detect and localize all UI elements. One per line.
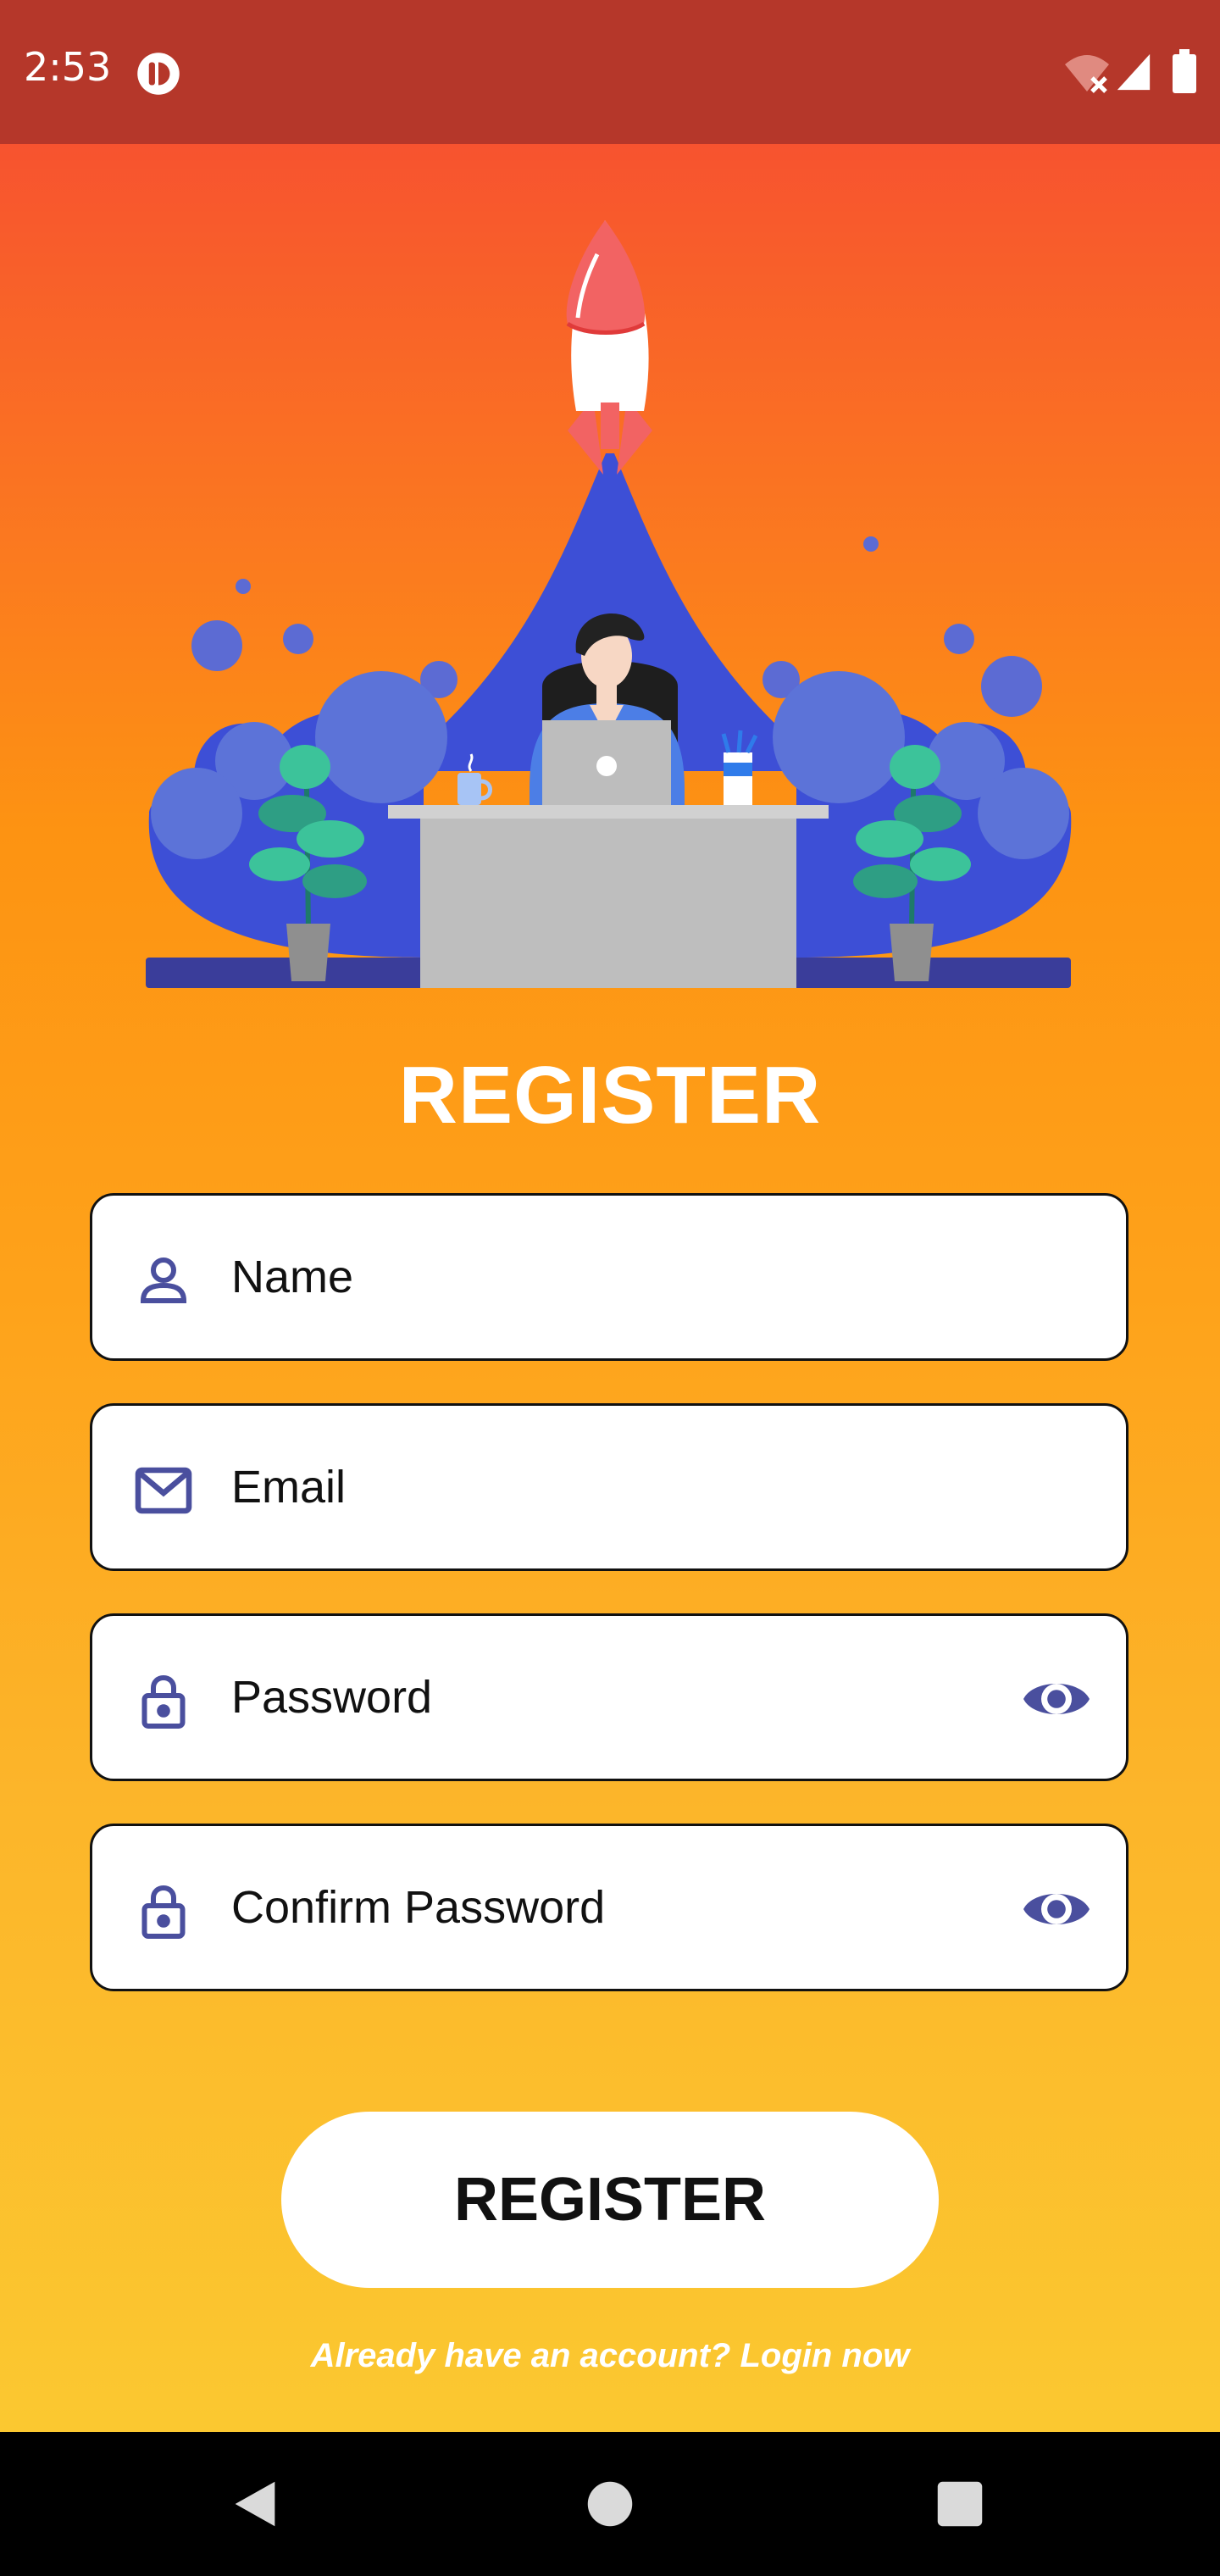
app-notification-icon — [137, 53, 180, 95]
password-input[interactable] — [231, 1650, 994, 1745]
register-content: REGISTER Name Email REGISTER Already hav… — [0, 144, 1220, 2432]
eye-icon[interactable] — [1021, 1672, 1092, 1726]
person-icon — [140, 1257, 187, 1303]
cell-signal-icon — [1117, 53, 1151, 91]
lock-icon — [141, 1674, 186, 1729]
confirm-password-input[interactable] — [231, 1860, 994, 1955]
email-field[interactable] — [90, 1403, 1128, 1571]
register-button[interactable]: REGISTER — [281, 2112, 939, 2288]
password-field[interactable] — [90, 1613, 1128, 1781]
navigation-bar — [0, 2432, 1220, 2576]
login-link[interactable]: Already have an account? Login now — [0, 2337, 1220, 2375]
register-screen: 2:53 REGISTER Name Email REGISTER Alread… — [0, 0, 1220, 2576]
lock-icon — [141, 1885, 186, 1939]
battery-icon — [1173, 49, 1196, 93]
email-input[interactable] — [231, 1440, 994, 1535]
name-input[interactable] — [231, 1230, 994, 1324]
status-bar: 2:53 — [0, 0, 1220, 144]
page-title: REGISTER — [398, 1050, 822, 1141]
mail-icon — [135, 1467, 192, 1514]
eye-icon[interactable] — [1021, 1882, 1092, 1936]
confirm-password-field[interactable] — [90, 1824, 1128, 1991]
rocket-launch-desk-illustration — [146, 220, 1072, 988]
recents-icon[interactable] — [930, 2474, 990, 2534]
status-time: 2:53 — [24, 44, 112, 90]
home-icon[interactable] — [580, 2474, 640, 2534]
back-icon[interactable] — [225, 2474, 285, 2534]
name-field[interactable] — [90, 1193, 1128, 1361]
wifi-off-icon — [1065, 55, 1109, 93]
